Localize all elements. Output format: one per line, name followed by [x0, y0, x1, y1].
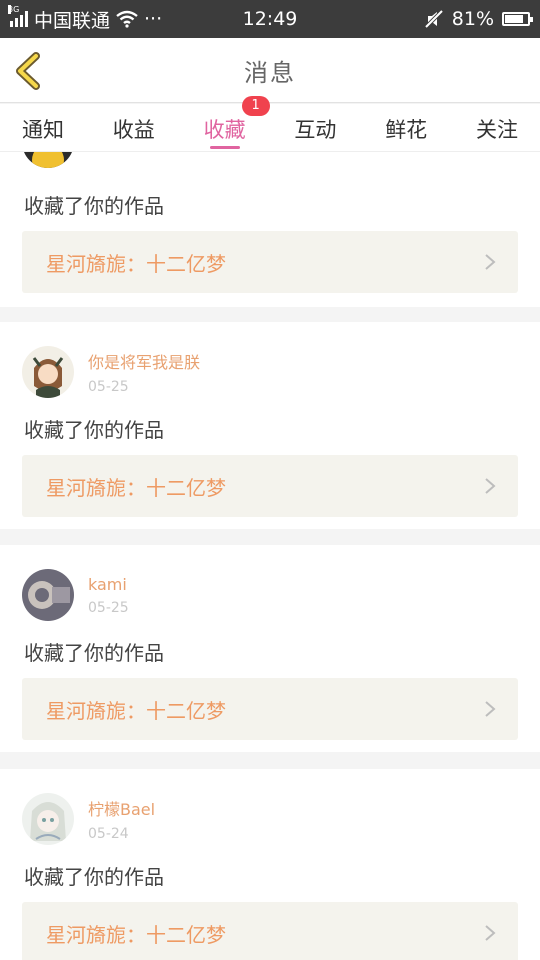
carrier-name: 中国联通 — [34, 9, 111, 32]
username: 柠檬Bael — [88, 800, 156, 819]
work-link[interactable]: 星河旖旎：十二亿梦 — [22, 678, 518, 740]
tab-follows[interactable]: 关注 — [476, 104, 518, 151]
mute-icon — [424, 9, 444, 29]
action-text: 收藏了你的作品 — [24, 865, 164, 889]
tab-label: 鲜花 — [385, 118, 428, 142]
list-item: 你是将军我是朕 05-25 收藏了你的作品 星河旖旎：十二亿梦 — [0, 322, 540, 529]
chevron-right-icon — [485, 925, 496, 941]
list-item: 05-28 收藏了你的作品 星河旖旎：十二亿梦 — [0, 152, 540, 307]
work-title: 星河旖旎：十二亿梦 — [46, 922, 226, 947]
work-title: 星河旖旎：十二亿梦 — [46, 475, 226, 500]
username: kami — [88, 574, 127, 594]
user-row[interactable]: 你是将军我是朕 05-25 — [22, 346, 200, 398]
user-row[interactable]: 05-28 — [22, 152, 129, 168]
chevron-right-icon — [485, 478, 496, 494]
date: 05-25 — [88, 599, 129, 616]
tab-label: 收益 — [112, 118, 155, 142]
action-text: 收藏了你的作品 — [24, 418, 164, 442]
chevron-right-icon — [485, 701, 496, 717]
work-link[interactable]: 星河旖旎：十二亿梦 — [22, 902, 518, 960]
username: 你是将军我是朕 — [88, 353, 201, 372]
tab-earnings[interactable]: 收益 — [113, 104, 155, 151]
back-button[interactable] — [12, 52, 46, 90]
work-title: 星河旖旎：十二亿梦 — [46, 698, 226, 723]
action-text: 收藏了你的作品 — [24, 641, 164, 665]
unread-badge: 1 — [241, 96, 270, 116]
more-indicator: ··· — [144, 8, 163, 30]
list-item: 柠檬Bael 05-24 收藏了你的作品 星河旖旎：十二亿梦 — [0, 769, 540, 960]
list-item: kami 05-25 收藏了你的作品 星河旖旎：十二亿梦 — [0, 545, 540, 752]
nav-header: 消息 — [0, 38, 540, 103]
user-avatar — [22, 793, 74, 845]
work-link[interactable]: 星河旖旎：十二亿梦 — [22, 231, 518, 293]
work-link[interactable]: 星河旖旎：十二亿梦 — [22, 455, 518, 517]
tab-label: 收藏 — [203, 118, 246, 142]
tab-favorites[interactable]: 收藏 1 — [203, 96, 270, 151]
user-avatar — [22, 569, 74, 621]
signal-icon: 3G — [8, 5, 28, 27]
user-avatar — [22, 152, 74, 168]
user-avatar — [22, 346, 74, 398]
tab-label: 互动 — [294, 118, 337, 142]
tab-interactions[interactable]: 互动 — [294, 104, 336, 151]
work-title: 星河旖旎：十二亿梦 — [46, 251, 226, 276]
network-type: 3G — [8, 5, 20, 14]
tab-bar: 通知 收益 收藏 1 互动 鲜花 关注 — [0, 96, 540, 152]
tab-flowers[interactable]: 鲜花 — [385, 104, 427, 151]
chevron-right-icon — [485, 254, 496, 270]
date: 05-24 — [88, 826, 129, 842]
action-text: 收藏了你的作品 — [24, 194, 164, 218]
message-list[interactable]: 05-28 收藏了你的作品 星河旖旎：十二亿梦 你是将军我是朕 05-25 收藏… — [0, 152, 540, 960]
battery-percent: 81% — [451, 8, 494, 30]
tab-notifications[interactable]: 通知 — [22, 104, 64, 151]
page-title: 消息 — [244, 58, 296, 87]
date: 05-25 — [88, 379, 129, 395]
date: 05-28 — [88, 152, 129, 153]
status-time: 12:49 — [242, 8, 298, 30]
user-row[interactable]: 柠檬Bael 05-24 — [22, 793, 155, 845]
tab-label: 通知 — [22, 118, 64, 142]
status-bar: 3G 中国联通 ··· 12:49 81% — [0, 0, 540, 38]
battery-icon — [502, 12, 533, 26]
wifi-icon — [116, 10, 138, 28]
user-row[interactable]: kami 05-25 — [22, 569, 129, 621]
tab-label: 关注 — [475, 118, 518, 142]
